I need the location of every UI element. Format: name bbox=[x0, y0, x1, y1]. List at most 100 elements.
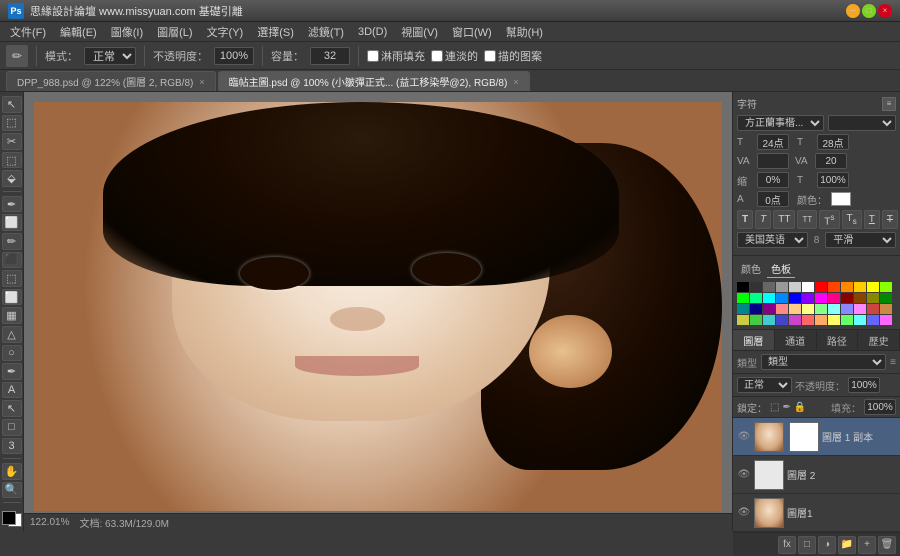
tool-3d[interactable]: 3 bbox=[2, 438, 22, 455]
layer-2-visibility[interactable]: 👁 bbox=[737, 506, 751, 520]
smooth-option[interactable]: 連淡的 bbox=[431, 48, 478, 64]
color-swatch-18[interactable] bbox=[815, 293, 827, 303]
text-color-swatch[interactable] bbox=[831, 192, 851, 206]
color-swatch-1[interactable] bbox=[750, 282, 762, 292]
style-strike[interactable]: T bbox=[882, 210, 898, 229]
color-swatch-28[interactable] bbox=[789, 304, 801, 314]
airbrush-option[interactable]: 淋雨填充 bbox=[367, 48, 425, 64]
tool-quicksel[interactable]: ⬚ bbox=[2, 152, 22, 169]
color-swatch-12[interactable] bbox=[737, 293, 749, 303]
menu-text[interactable]: 文字(Y) bbox=[201, 22, 250, 42]
color-swatch-35[interactable] bbox=[880, 304, 892, 314]
color-swatch-2[interactable] bbox=[763, 282, 775, 292]
style-allcaps[interactable]: TT bbox=[773, 210, 795, 229]
color-swatch-8[interactable] bbox=[841, 282, 853, 292]
foreground-color-swatch[interactable] bbox=[2, 511, 16, 525]
tool-crop[interactable]: ⬙ bbox=[2, 170, 22, 187]
color-swatch-38[interactable] bbox=[763, 315, 775, 325]
add-style-btn[interactable]: fx bbox=[778, 536, 796, 554]
layer-item-2[interactable]: 👁 圖層1 bbox=[733, 494, 900, 532]
leading-input[interactable] bbox=[817, 134, 849, 150]
color-swatch-5[interactable] bbox=[802, 282, 814, 292]
smooth-checkbox[interactable] bbox=[431, 50, 443, 62]
color-swatch-34[interactable] bbox=[867, 304, 879, 314]
color-swatch-23[interactable] bbox=[880, 293, 892, 303]
color-swatch-29[interactable] bbox=[802, 304, 814, 314]
color-swatch-6[interactable] bbox=[815, 282, 827, 292]
tool-path-select[interactable]: ↖ bbox=[2, 400, 22, 417]
color-swatch-0[interactable] bbox=[737, 282, 749, 292]
tool-heal[interactable]: ⬜ bbox=[2, 214, 22, 231]
color-swatch-21[interactable] bbox=[854, 293, 866, 303]
color-swatch-37[interactable] bbox=[750, 315, 762, 325]
language-dropdown[interactable]: 美国英语 bbox=[737, 232, 808, 248]
menu-3d[interactable]: 3D(D) bbox=[352, 24, 393, 40]
color-swatch-39[interactable] bbox=[776, 315, 788, 325]
color-swatch-11[interactable] bbox=[880, 282, 892, 292]
tab-1-close[interactable]: × bbox=[513, 77, 518, 87]
tool-zoom[interactable]: 🔍 bbox=[2, 482, 22, 499]
layers-tab-history[interactable]: 歷史 bbox=[858, 330, 900, 350]
color-swatch-30[interactable] bbox=[815, 304, 827, 314]
tab-0-close[interactable]: × bbox=[199, 77, 204, 87]
color-swatch-10[interactable] bbox=[867, 282, 879, 292]
tool-preset-icon[interactable]: ✏ bbox=[6, 45, 28, 67]
menu-layer[interactable]: 圖層(L) bbox=[151, 22, 198, 42]
blend-mode-dropdown[interactable]: 正常 bbox=[737, 377, 792, 393]
layers-tab-layers[interactable]: 圖層 bbox=[733, 330, 775, 350]
color-swatch-15[interactable] bbox=[776, 293, 788, 303]
color-swatch-16[interactable] bbox=[789, 293, 801, 303]
style-bold[interactable]: T bbox=[737, 210, 753, 229]
add-group-btn[interactable]: 📁 bbox=[838, 536, 856, 554]
tool-blur[interactable]: △ bbox=[2, 326, 22, 343]
tool-brush[interactable]: ✏ bbox=[2, 233, 22, 250]
color-swatch-27[interactable] bbox=[776, 304, 788, 314]
lock-move-btn[interactable]: ✒ bbox=[782, 402, 790, 413]
menu-select[interactable]: 選擇(S) bbox=[251, 22, 300, 42]
color-swatch-17[interactable] bbox=[802, 293, 814, 303]
tracking-input[interactable] bbox=[757, 153, 789, 169]
color-swatch-24[interactable] bbox=[737, 304, 749, 314]
color-swatches[interactable] bbox=[2, 511, 22, 527]
tool-lasso[interactable]: ✂ bbox=[2, 133, 22, 150]
menu-view[interactable]: 視圖(V) bbox=[395, 22, 444, 42]
style-super[interactable]: Ts bbox=[819, 210, 839, 229]
fill-value-input[interactable] bbox=[864, 399, 896, 415]
color-tab-swatches[interactable]: 色板 bbox=[767, 260, 795, 278]
tool-clone[interactable]: ⬛ bbox=[2, 252, 22, 269]
panel-menu-btn[interactable]: ≡ bbox=[882, 97, 896, 111]
scale-x-input[interactable] bbox=[757, 172, 789, 188]
tool-eraser[interactable]: ⬜ bbox=[2, 289, 22, 306]
color-swatch-25[interactable] bbox=[750, 304, 762, 314]
font-style-dropdown[interactable] bbox=[828, 115, 896, 131]
color-swatch-3[interactable] bbox=[776, 282, 788, 292]
style-sub[interactable]: Ts bbox=[842, 210, 862, 229]
layer-0-visibility[interactable]: 👁 bbox=[737, 430, 751, 444]
canvas-area[interactable]: 122.01% 文档: 63.3M/129.0M bbox=[24, 92, 732, 531]
style-underline[interactable]: T bbox=[864, 210, 880, 229]
color-swatch-4[interactable] bbox=[789, 282, 801, 292]
scale-y-input[interactable] bbox=[817, 172, 849, 188]
color-swatch-40[interactable] bbox=[789, 315, 801, 325]
color-swatch-22[interactable] bbox=[867, 293, 879, 303]
color-swatch-7[interactable] bbox=[828, 282, 840, 292]
lock-all-btn[interactable]: 🔒 bbox=[794, 402, 806, 413]
color-swatch-32[interactable] bbox=[841, 304, 853, 314]
close-button[interactable]: × bbox=[878, 4, 892, 18]
color-swatch-20[interactable] bbox=[841, 293, 853, 303]
color-tab-color[interactable]: 颜色 bbox=[737, 260, 765, 278]
color-swatch-33[interactable] bbox=[854, 304, 866, 314]
maximize-button[interactable]: □ bbox=[862, 4, 876, 18]
color-swatch-46[interactable] bbox=[867, 315, 879, 325]
font-size-input[interactable] bbox=[757, 134, 789, 150]
pressure-checkbox[interactable] bbox=[484, 50, 496, 62]
mode-dropdown[interactable]: 正常 bbox=[84, 47, 136, 65]
color-swatch-13[interactable] bbox=[750, 293, 762, 303]
color-swatch-14[interactable] bbox=[763, 293, 775, 303]
color-swatch-44[interactable] bbox=[841, 315, 853, 325]
layers-tab-paths[interactable]: 路径 bbox=[817, 330, 859, 350]
tool-dodge[interactable]: ○ bbox=[2, 345, 22, 362]
style-italic[interactable]: T bbox=[755, 210, 771, 229]
color-swatch-43[interactable] bbox=[828, 315, 840, 325]
tool-marquee[interactable]: ⬚ bbox=[2, 115, 22, 132]
